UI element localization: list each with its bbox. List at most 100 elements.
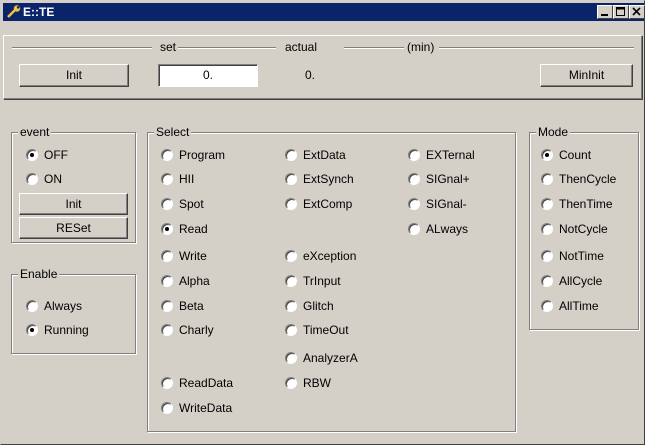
radio-indicator xyxy=(285,377,297,389)
radio-indicator xyxy=(285,173,297,185)
maximize-button[interactable] xyxy=(613,5,629,19)
wrench-icon xyxy=(7,5,21,18)
radio-indicator xyxy=(285,198,297,210)
radio-label: SIGnal+ xyxy=(426,172,470,186)
radio-label: ThenTime xyxy=(559,197,613,211)
radio-label: TrInput xyxy=(303,274,341,288)
radio-hii[interactable]: HII xyxy=(161,171,194,187)
radio-extdata[interactable]: ExtData xyxy=(285,147,346,163)
close-button[interactable] xyxy=(629,5,645,19)
window: E::TE set actual (min) Init 0. 0. MinIni… xyxy=(0,0,645,445)
radio-signal-plus[interactable]: SIGnal+ xyxy=(408,171,470,187)
radio-indicator xyxy=(408,149,420,161)
event-init-button[interactable]: Init xyxy=(19,193,128,215)
event-reset-button[interactable]: RESet xyxy=(19,217,128,239)
top-separator xyxy=(12,47,152,49)
radio-label: AnalyzerA xyxy=(303,351,358,365)
radio-label: Always xyxy=(44,299,83,313)
radio-mode-thentime[interactable]: ThenTime xyxy=(541,196,613,212)
radio-enable-running[interactable]: Running xyxy=(26,322,89,338)
window-title: E::TE xyxy=(23,5,55,19)
radio-label: RBW xyxy=(303,376,331,390)
radio-spot[interactable]: Spot xyxy=(161,196,204,212)
radio-signal-minus[interactable]: SIGnal- xyxy=(408,196,467,212)
radio-write[interactable]: Write xyxy=(161,248,207,264)
radio-indicator xyxy=(161,377,173,389)
radio-indicator xyxy=(541,173,553,185)
radio-label: Glitch xyxy=(303,299,334,313)
radio-mode-nottime[interactable]: NotTime xyxy=(541,248,604,264)
radio-indicator xyxy=(26,149,38,161)
radio-indicator xyxy=(408,198,420,210)
set-value-field[interactable]: 0. xyxy=(158,64,258,87)
radio-writedata[interactable]: WriteData xyxy=(161,400,232,416)
radio-indicator xyxy=(285,250,297,262)
radio-mode-thencycle[interactable]: ThenCycle xyxy=(541,171,616,187)
mininit-button[interactable]: MinInit xyxy=(540,64,633,87)
enable-group: Enable xyxy=(11,267,136,354)
radio-read[interactable]: Read xyxy=(161,221,208,237)
top-separator xyxy=(178,47,276,49)
radio-label: AllCycle xyxy=(559,274,603,288)
radio-rbw[interactable]: RBW xyxy=(285,375,331,391)
minimize-button[interactable] xyxy=(597,5,613,19)
radio-label: OFF xyxy=(44,148,68,162)
radio-charly[interactable]: Charly xyxy=(161,322,214,338)
radio-label: ExtData xyxy=(303,148,346,162)
radio-label: NotCycle xyxy=(559,222,608,236)
radio-label: Running xyxy=(44,323,89,337)
min-label: (min) xyxy=(407,40,435,54)
radio-label: ALways xyxy=(426,222,469,236)
radio-trinput[interactable]: TrInput xyxy=(285,273,341,289)
top-separator xyxy=(439,47,634,49)
radio-event-off[interactable]: OFF xyxy=(26,147,68,163)
radio-label: eXception xyxy=(303,249,357,263)
radio-label: NotTime xyxy=(559,249,604,263)
event-group-title: event xyxy=(18,125,52,139)
radio-label: Spot xyxy=(179,197,204,211)
radio-indicator xyxy=(541,198,553,210)
enable-group-title: Enable xyxy=(18,267,60,281)
radio-indicator xyxy=(161,300,173,312)
maximize-icon xyxy=(616,7,625,16)
radio-indicator xyxy=(161,250,173,262)
radio-label: Alpha xyxy=(179,274,210,288)
title-bar[interactable]: E::TE xyxy=(3,3,645,21)
radio-mode-count[interactable]: Count xyxy=(541,147,591,163)
radio-mode-alltime[interactable]: AllTime xyxy=(541,298,599,314)
radio-exception[interactable]: eXception xyxy=(285,248,356,264)
radio-external[interactable]: EXTernal xyxy=(408,147,475,163)
radio-analyzera[interactable]: AnalyzerA xyxy=(285,350,358,366)
radio-glitch[interactable]: Glitch xyxy=(285,298,334,314)
radio-extcomp[interactable]: ExtComp xyxy=(285,196,352,212)
radio-mode-notcycle[interactable]: NotCycle xyxy=(541,221,608,237)
mode-group-title: Mode xyxy=(536,125,571,139)
radio-indicator xyxy=(541,223,553,235)
radio-readdata[interactable]: ReadData xyxy=(161,375,233,391)
radio-indicator xyxy=(26,324,38,336)
radio-enable-always[interactable]: Always xyxy=(26,298,82,314)
radio-indicator xyxy=(285,275,297,287)
radio-always[interactable]: ALways xyxy=(408,221,468,237)
radio-event-on[interactable]: ON xyxy=(26,171,62,187)
radio-label: ExtSynch xyxy=(303,172,354,186)
radio-label: ThenCycle xyxy=(559,172,617,186)
radio-timeout[interactable]: TimeOut xyxy=(285,322,349,338)
radio-label: Program xyxy=(179,148,226,162)
radio-label: WriteData xyxy=(179,401,233,415)
radio-indicator xyxy=(161,149,173,161)
radio-label: Read xyxy=(179,222,208,236)
radio-label: ReadData xyxy=(179,376,234,390)
radio-indicator xyxy=(541,275,553,287)
radio-indicator xyxy=(541,250,553,262)
radio-indicator xyxy=(26,173,38,185)
radio-indicator xyxy=(161,324,173,336)
radio-mode-allcycle[interactable]: AllCycle xyxy=(541,273,602,289)
radio-alpha[interactable]: Alpha xyxy=(161,273,210,289)
top-init-button[interactable]: Init xyxy=(19,64,129,87)
radio-label: SIGnal- xyxy=(426,197,467,211)
radio-beta[interactable]: Beta xyxy=(161,298,204,314)
radio-extsynch[interactable]: ExtSynch xyxy=(285,171,354,187)
radio-label: Count xyxy=(559,148,592,162)
radio-program[interactable]: Program xyxy=(161,147,225,163)
